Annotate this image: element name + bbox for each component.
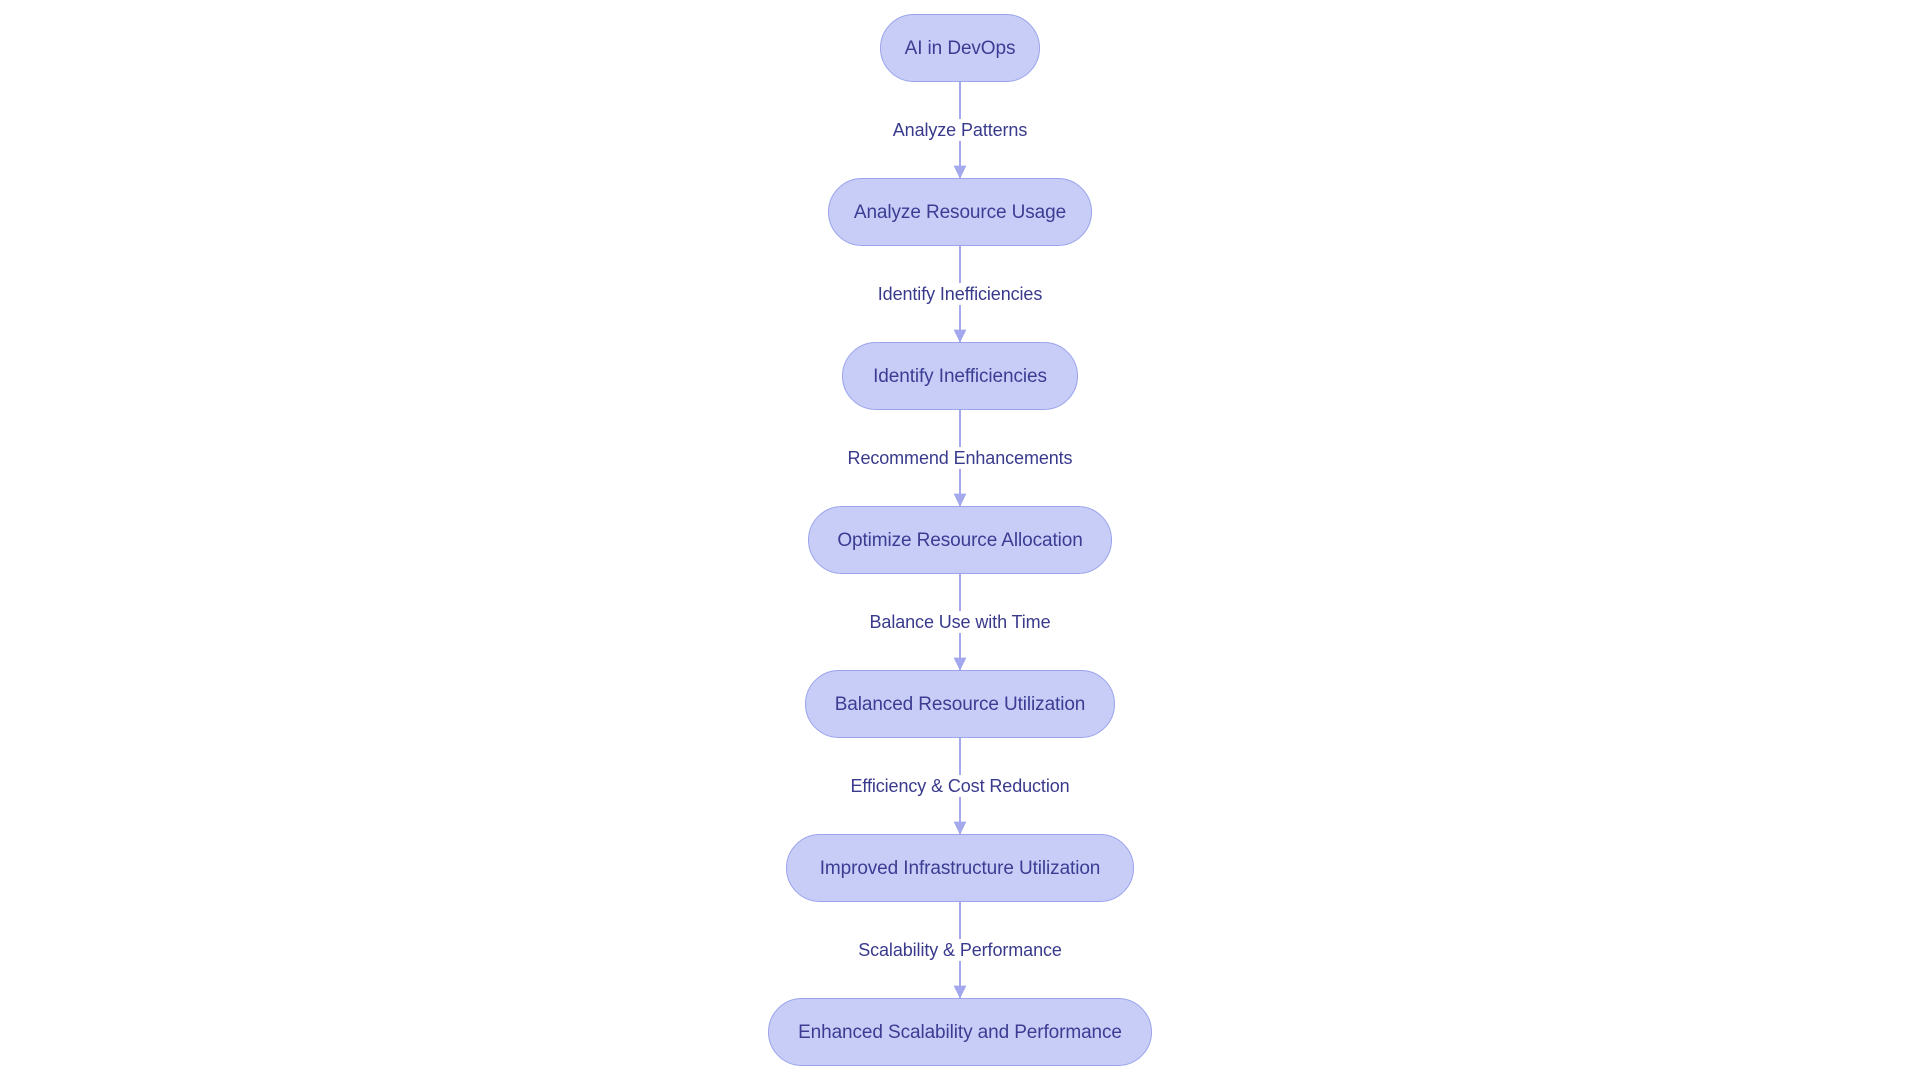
flow-node-label: Balanced Resource Utilization xyxy=(834,693,1086,715)
flow-node-label: Identify Inefficiencies xyxy=(873,365,1047,387)
flow-node-n4[interactable]: Optimize Resource Allocation xyxy=(808,506,1112,574)
flow-edge-label-n6-to-n7: Scalability & Performance xyxy=(855,939,1065,961)
flow-edge-label-n5-to-n6: Efficiency & Cost Reduction xyxy=(847,775,1073,797)
flow-node-label: Optimize Resource Allocation xyxy=(837,529,1083,551)
flow-edge-label-n1-to-n2: Analyze Patterns xyxy=(889,119,1031,141)
flow-edge-label-n4-to-n5: Balance Use with Time xyxy=(866,611,1054,633)
flow-node-n3[interactable]: Identify Inefficiencies xyxy=(842,342,1078,410)
flow-edge-label-n3-to-n4: Recommend Enhancements xyxy=(844,447,1076,469)
flow-node-label: Improved Infrastructure Utilization xyxy=(819,857,1101,879)
flow-node-n6[interactable]: Improved Infrastructure Utilization xyxy=(786,834,1134,902)
flow-node-n1[interactable]: AI in DevOps xyxy=(880,14,1040,82)
flow-node-n7[interactable]: Enhanced Scalability and Performance xyxy=(768,998,1152,1066)
flow-node-label: AI in DevOps xyxy=(904,37,1016,59)
flow-node-label: Analyze Resource Usage xyxy=(853,201,1067,223)
flow-node-n2[interactable]: Analyze Resource Usage xyxy=(828,178,1092,246)
flow-node-label: Enhanced Scalability and Performance xyxy=(798,1021,1122,1043)
flow-node-n5[interactable]: Balanced Resource Utilization xyxy=(805,670,1115,738)
flow-edge-label-n2-to-n3: Identify Inefficiencies xyxy=(874,283,1046,305)
flowchart-canvas: AI in DevOps Analyze Resource Usage Identi… xyxy=(0,0,1920,1080)
